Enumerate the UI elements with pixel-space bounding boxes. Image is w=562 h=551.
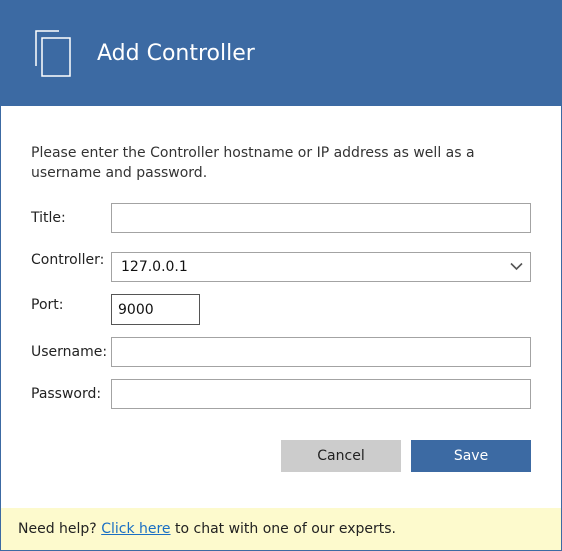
controller-select[interactable]: 127.0.0.1 <box>111 252 531 282</box>
cancel-button[interactable]: Cancel <box>281 440 401 472</box>
instructions-text: Please enter the Controller hostname or … <box>31 145 475 181</box>
chevron-down-icon[interactable] <box>510 262 523 271</box>
password-input[interactable] <box>111 379 531 409</box>
dialog-title: Add Controller <box>97 41 255 66</box>
documents-icon <box>35 30 71 77</box>
username-input[interactable] <box>111 337 531 367</box>
controller-label: Controller: <box>31 252 105 268</box>
help-suffix: to chat with one of our experts. <box>175 521 396 537</box>
dialog-header: Add Controller <box>1 1 561 106</box>
username-label: Username: <box>31 344 108 360</box>
save-button[interactable]: Save <box>411 440 531 472</box>
controller-value: 127.0.0.1 <box>121 259 188 275</box>
password-label: Password: <box>31 386 102 402</box>
help-prefix: Need help? <box>18 521 97 537</box>
port-input[interactable] <box>111 294 200 325</box>
title-input[interactable] <box>111 203 531 233</box>
title-label: Title: <box>31 210 66 226</box>
help-footer: Need help? Click here to chat with one o… <box>1 508 561 550</box>
port-label: Port: <box>31 297 64 313</box>
chat-link[interactable]: Click here <box>101 521 170 537</box>
add-controller-dialog: Add Controller Please enter the Controll… <box>0 0 562 551</box>
